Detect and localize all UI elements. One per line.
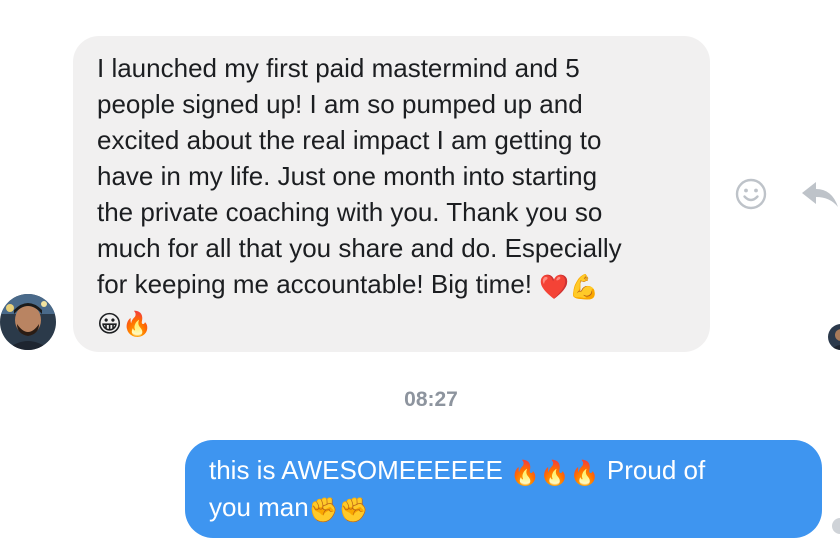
outgoing-message-line: this is AWESOMEEEEEE 🔥🔥🔥 Proud of: [209, 452, 798, 489]
fire-emoji: 🔥: [539, 460, 570, 487]
avatar-photo: [0, 294, 56, 350]
outgoing-message-text: Proud of: [599, 455, 706, 485]
smiley-react-icon: [735, 178, 767, 210]
message-timestamp: 08:27: [404, 388, 458, 411]
incoming-message-bubble[interactable]: I launched my first paid mastermind and …: [73, 36, 710, 352]
share-arrow-icon: [802, 182, 838, 207]
outgoing-message-text: this is AWESOMEEEEEE: [209, 455, 511, 485]
sender-avatar[interactable]: [0, 294, 56, 350]
grinning-face-emoji: 😀: [97, 311, 123, 338]
heart-emoji: ❤️: [539, 274, 570, 301]
fire-emoji: 🔥: [510, 460, 540, 487]
share-button[interactable]: [800, 179, 840, 211]
avatar-photo: [828, 324, 840, 350]
outgoing-message-text: you man: [209, 492, 309, 522]
fire-emoji: 🔥: [122, 311, 152, 338]
outgoing-message-line: you man✊✊: [209, 489, 798, 526]
outgoing-message-bubble[interactable]: this is AWESOMEEEEEE 🔥🔥🔥 Proud of you ma…: [185, 440, 822, 538]
react-button[interactable]: [734, 177, 768, 211]
raised-fist-emoji: ✊: [308, 497, 339, 524]
participant-avatar[interactable]: [828, 324, 840, 350]
incoming-emoji-line: 😀🔥: [97, 303, 686, 339]
incoming-message-line: excited about the real impact I am getti…: [97, 125, 602, 155]
seen-indicator: [832, 518, 840, 534]
fire-emoji: 🔥: [569, 460, 600, 487]
incoming-message-line: I launched my first paid mastermind and …: [97, 53, 580, 83]
incoming-message-line: for keeping me accountable! Big time! ❤️…: [97, 266, 686, 303]
incoming-message-line: the private coaching with you. Thank you…: [97, 197, 603, 227]
raised-fist-emoji: ✊: [338, 497, 369, 524]
incoming-message-line: much for all that you share and do. Espe…: [97, 233, 622, 263]
flexed-biceps-emoji: 💪: [569, 274, 600, 301]
incoming-message-line: people signed up! I am so pumped up and: [97, 89, 583, 119]
messenger-conversation: I launched my first paid mastermind and …: [0, 0, 840, 554]
incoming-message-text: for keeping me accountable! Big time!: [97, 269, 533, 299]
incoming-message-line: have in my life. Just one month into sta…: [97, 161, 598, 191]
